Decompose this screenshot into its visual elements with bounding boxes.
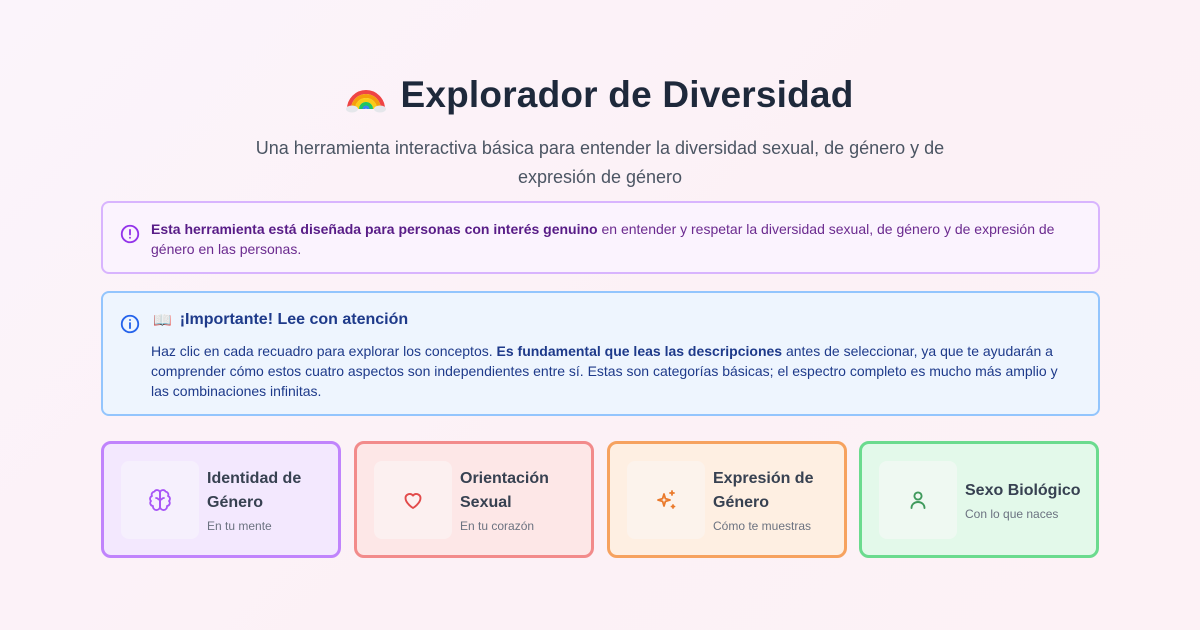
user-icon <box>910 491 926 509</box>
interest-notice: Esta herramienta está diseñada para pers… <box>101 201 1100 274</box>
page-title: Explorador de Diversidad <box>346 74 853 116</box>
card-subtitle: Con lo que naces <box>965 506 1059 521</box>
important-notice-heading: 📖 ¡Importante! Lee con atención <box>153 311 408 329</box>
important-notice-text: Haz clic en cada recuadro para explorar … <box>151 341 1078 401</box>
important-notice-bold: Es fundamental que leas las descripcione… <box>496 343 783 359</box>
card-title: Expresión de Género <box>713 469 814 511</box>
brain-icon <box>149 489 171 511</box>
card-icon-box <box>374 461 452 539</box>
card-sexo-biologico[interactable]: Sexo Biológico Con lo que naces <box>859 441 1099 558</box>
sparkles-icon <box>657 490 676 509</box>
info-icon <box>120 314 140 334</box>
card-identidad-de-genero[interactable]: Identidad de Género En tu mente <box>101 441 341 558</box>
card-icon-box <box>879 461 957 539</box>
card-title: Orientación Sexual <box>460 469 549 511</box>
card-icon-box <box>121 461 199 539</box>
book-icon: 📖 <box>153 312 172 329</box>
interest-notice-bold: Esta herramienta está diseñada para pers… <box>151 221 598 237</box>
concept-cards: Identidad de Género En tu mente Orientac… <box>101 441 1100 558</box>
card-title: Identidad de Género <box>207 469 302 511</box>
heart-icon <box>404 493 422 509</box>
card-icon-box <box>627 461 705 539</box>
page-title-text: Explorador de Diversidad <box>400 74 854 115</box>
page-subtitle: Una herramienta interactiva básica para … <box>255 138 945 187</box>
card-title: Sexo Biológico <box>965 481 1081 499</box>
card-orientacion-sexual[interactable]: Orientación Sexual En tu corazón <box>354 441 594 558</box>
card-subtitle: En tu mente <box>207 518 272 533</box>
card-expresion-de-genero[interactable]: Expresión de Género Cómo te muestras <box>607 441 847 558</box>
page-header: Explorador de Diversidad Una herramienta… <box>0 74 1200 192</box>
alert-circle-icon <box>120 224 140 244</box>
important-text-before: Haz clic en cada recuadro para explorar … <box>151 343 497 359</box>
card-subtitle: En tu corazón <box>460 518 535 533</box>
card-subtitle: Cómo te muestras <box>713 518 812 533</box>
interest-notice-text: Esta herramienta está diseñada para pers… <box>151 219 1078 259</box>
important-notice: 📖 ¡Importante! Lee con atención Haz clic… <box>101 291 1100 416</box>
important-notice-title: ¡Importante! Lee con atención <box>179 311 409 328</box>
rainbow-icon <box>346 90 387 113</box>
